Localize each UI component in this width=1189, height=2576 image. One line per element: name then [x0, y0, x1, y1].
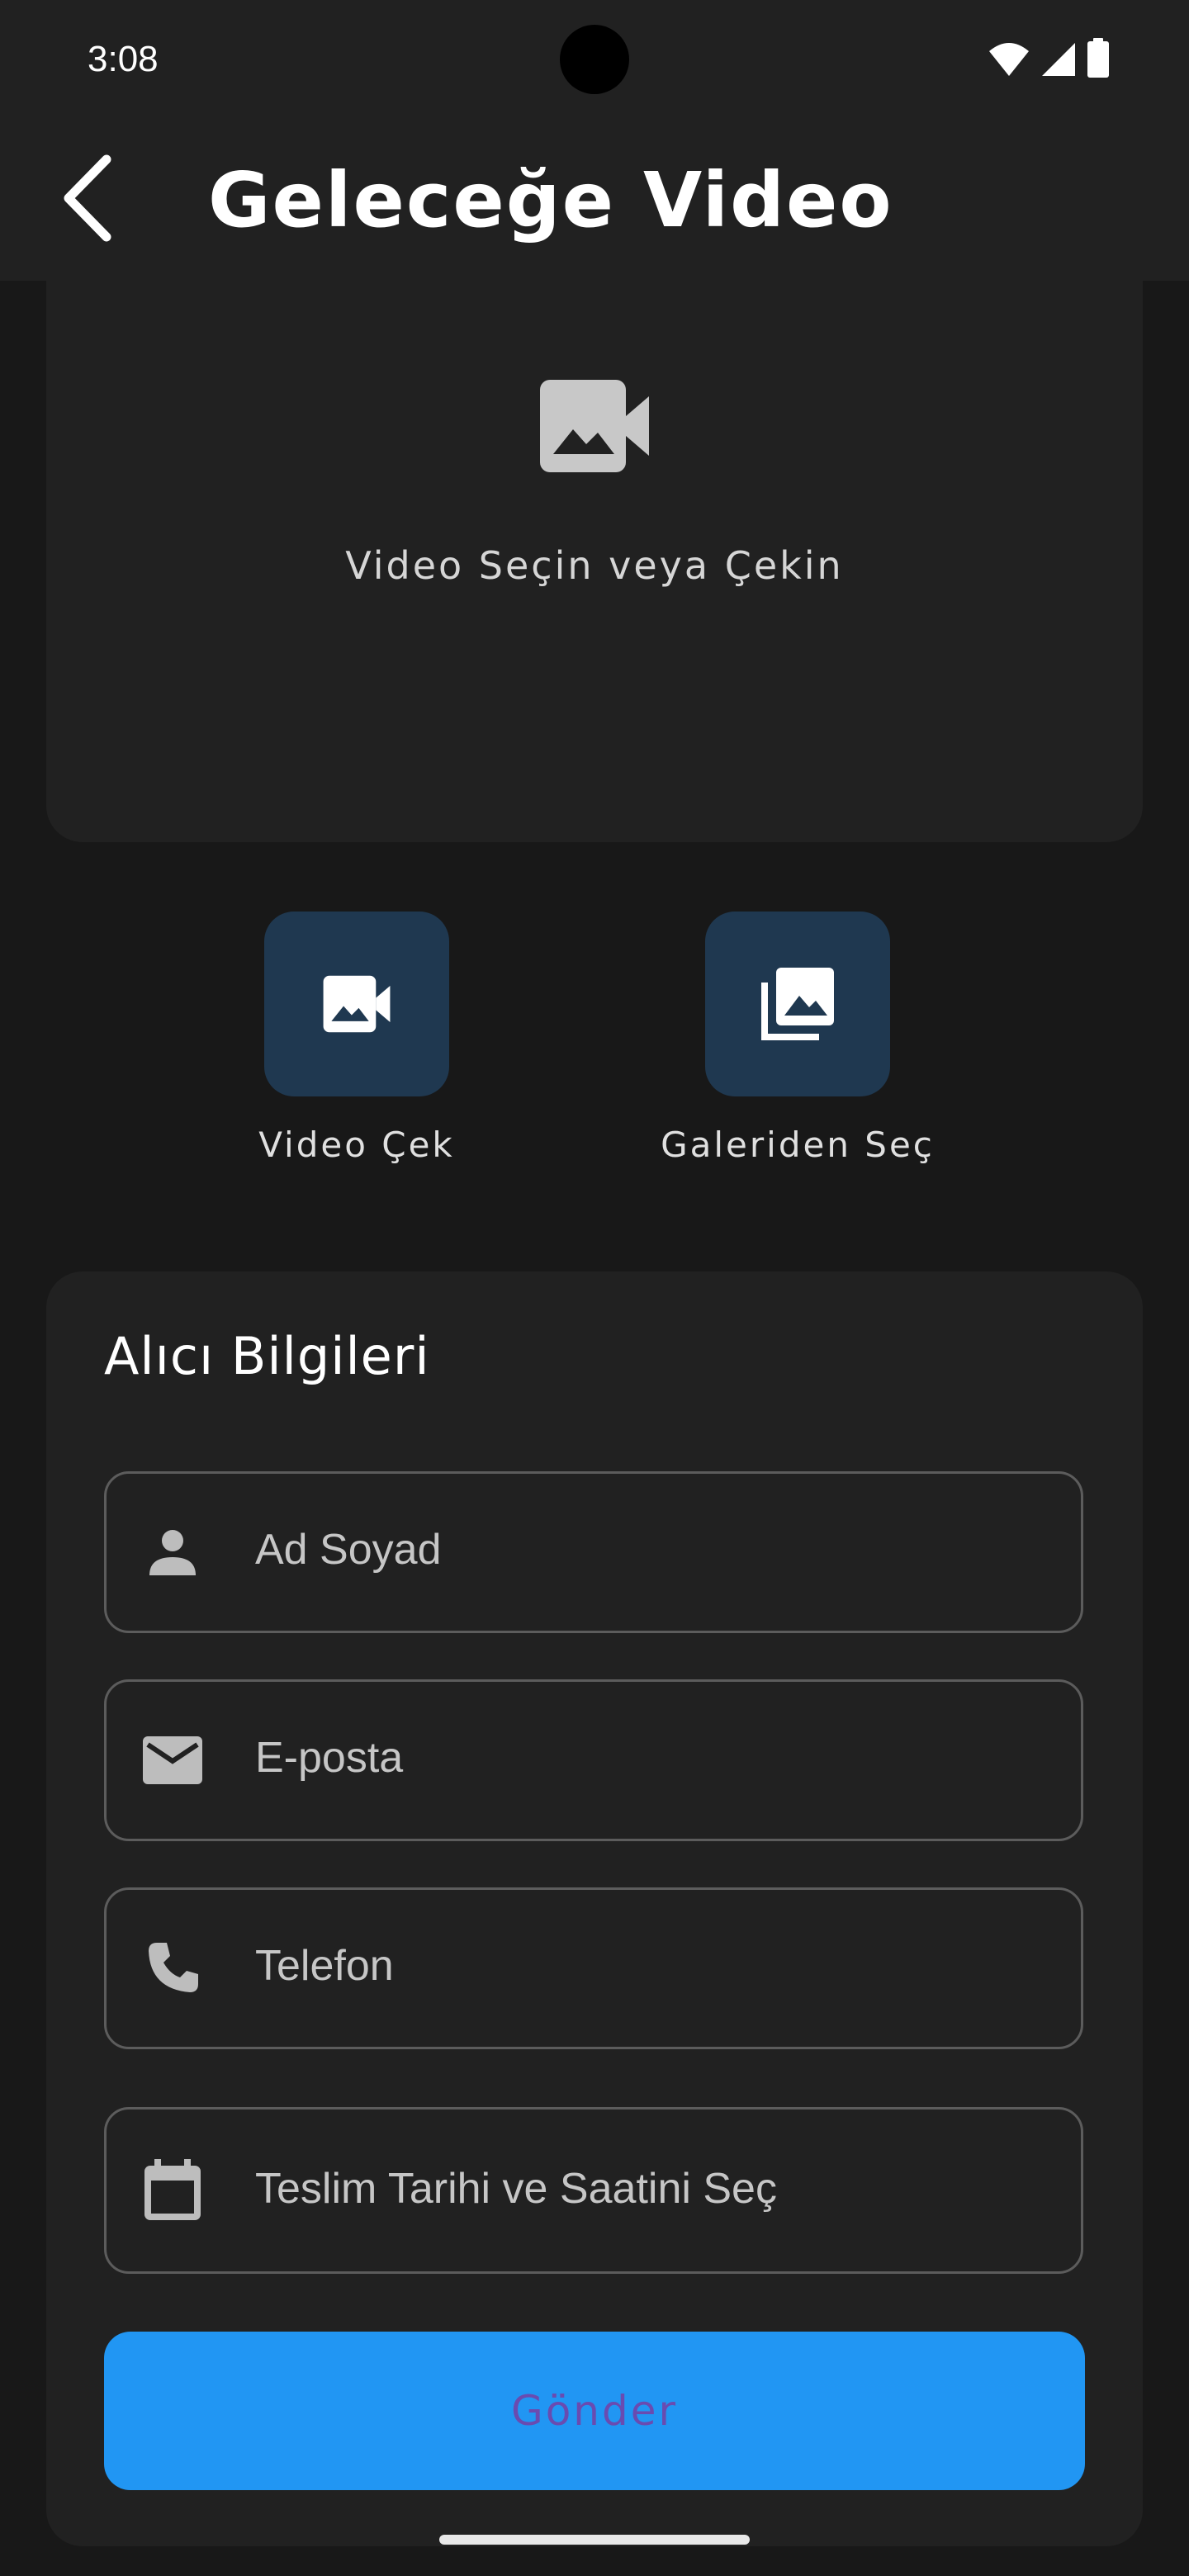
page-title: Geleceğe Video: [208, 156, 893, 244]
battery-icon: [1087, 38, 1109, 78]
delivery-datetime-label: Teslim Tarihi ve Saatini Seç: [255, 2165, 777, 2213]
name-field-placeholder: Ad Soyad: [255, 1526, 442, 1574]
record-video-tile[interactable]: [264, 912, 449, 1096]
gallery-select-tile[interactable]: [705, 912, 890, 1096]
status-icons: [988, 38, 1110, 78]
record-video-button[interactable]: Video Çek: [192, 912, 522, 1184]
gallery-select-button[interactable]: Galeriden Seç: [632, 912, 963, 1184]
video-preview-card[interactable]: [46, 215, 1143, 842]
email-field[interactable]: E-posta: [104, 1679, 1083, 1841]
email-field-placeholder: E-posta: [255, 1734, 404, 1782]
email-icon: [140, 1727, 206, 1793]
photo-library-icon: [761, 968, 834, 1040]
cellular-signal-icon: [1042, 43, 1075, 76]
person-icon: [140, 1519, 206, 1585]
phone-icon: [140, 1935, 206, 2001]
status-bar: 3:08: [0, 0, 1189, 116]
video-picker-prompt: Video Seçin veya Çekin: [345, 543, 844, 588]
submit-label: Gönder: [510, 2387, 679, 2435]
recipient-form-title: Alıcı Bilgileri: [104, 1326, 430, 1386]
home-indicator[interactable]: [439, 2535, 750, 2545]
phone-field-placeholder: Telefon: [255, 1942, 394, 1990]
phone-field[interactable]: Telefon: [104, 1887, 1083, 2049]
arrow-back-icon: [64, 154, 111, 242]
submit-button[interactable]: Gönder: [104, 2332, 1085, 2490]
calendar-icon: [140, 2157, 206, 2223]
screen: 3:08 Video Seçin veya Çekin Geleceğe Vid…: [0, 0, 1189, 2576]
app-bar: Geleceğe Video: [0, 116, 1189, 281]
video-camera-icon: [323, 975, 391, 1033]
delivery-datetime-field[interactable]: Teslim Tarihi ve Saatini Seç: [104, 2107, 1083, 2274]
name-field[interactable]: Ad Soyad: [104, 1471, 1083, 1633]
record-video-label: Video Çek: [258, 1125, 455, 1165]
gallery-select-label: Galeriden Seç: [661, 1125, 935, 1165]
back-button[interactable]: [41, 152, 134, 244]
status-time: 3:08: [88, 39, 159, 79]
wifi-icon: [989, 43, 1029, 76]
camera-cutout: [560, 25, 629, 94]
video-camera-icon: [540, 380, 649, 472]
